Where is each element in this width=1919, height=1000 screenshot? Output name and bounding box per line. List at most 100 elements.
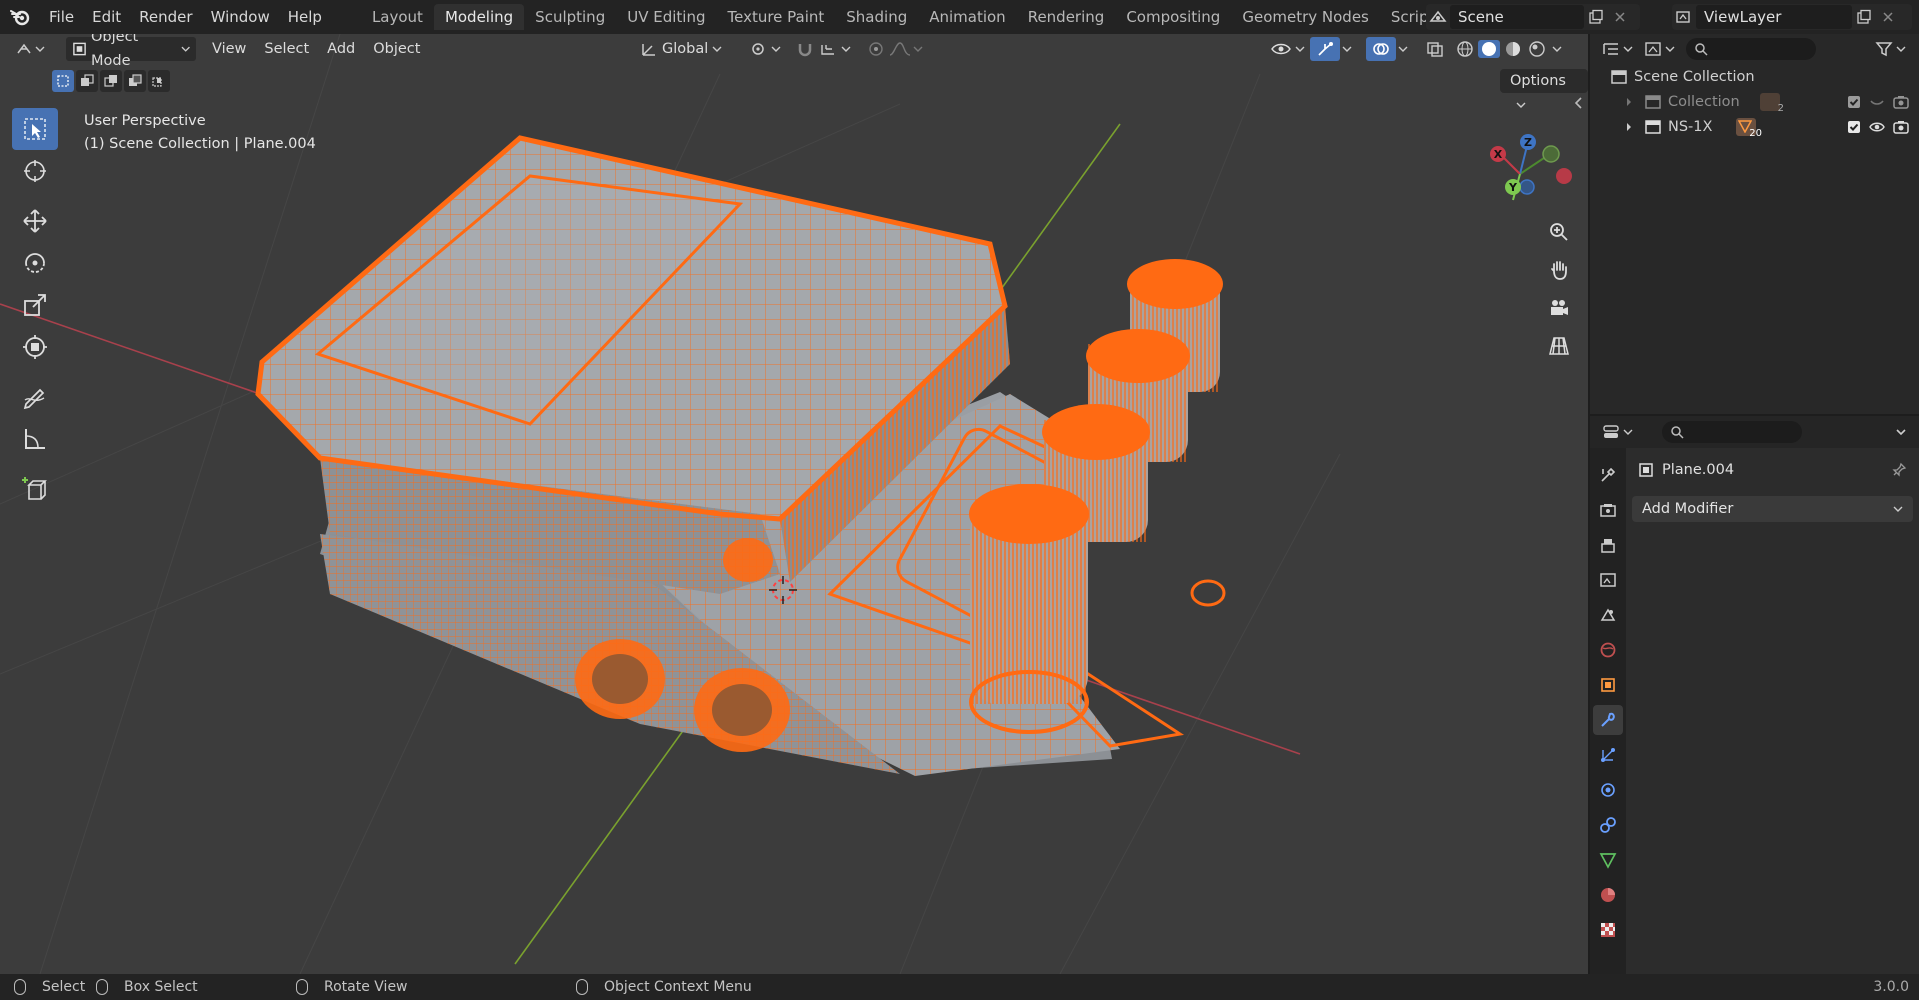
render-tab-icon[interactable] (1593, 495, 1623, 525)
tab-modeling[interactable]: Modeling (433, 4, 525, 30)
particles-tab-icon[interactable] (1593, 740, 1623, 770)
tab-uv-editing[interactable]: UV Editing (616, 4, 716, 30)
perspective-grid-icon[interactable] (1542, 329, 1576, 363)
move-tool[interactable] (12, 200, 58, 242)
eye-closed-icon[interactable] (1869, 95, 1885, 109)
pin-icon[interactable] (1891, 462, 1907, 478)
delete-view-layer-icon[interactable] (1876, 5, 1900, 29)
view-layer-icon[interactable] (1672, 5, 1696, 29)
material-tab-icon[interactable] (1593, 880, 1623, 910)
outliner-editor-type-icon[interactable] (1602, 41, 1636, 57)
scene-collection-row[interactable]: Scene Collection (1590, 64, 1919, 89)
mode-dropdown[interactable]: Object Mode (66, 34, 196, 69)
camera-view-icon[interactable] (1542, 291, 1576, 325)
tab-layout[interactable]: Layout (361, 4, 434, 30)
menu-help[interactable]: Help (279, 5, 331, 29)
cursor-tool[interactable] (12, 150, 58, 192)
texture-tab-icon[interactable] (1593, 915, 1623, 945)
camera-render-icon[interactable] (1893, 95, 1909, 109)
proportional-editing-button[interactable] (862, 37, 930, 61)
menu-object[interactable]: Object (367, 37, 426, 61)
solid-shading-icon[interactable] (1478, 40, 1500, 58)
tab-sculpting[interactable]: Sculpting (524, 4, 616, 30)
pivot-point-button[interactable] (744, 37, 790, 61)
tab-texture-paint[interactable]: Texture Paint (716, 4, 835, 30)
options-dropdown[interactable]: Options (1500, 69, 1588, 108)
output-tab-icon[interactable] (1593, 530, 1623, 560)
menu-edit[interactable]: Edit (83, 5, 130, 29)
menu-file[interactable]: File (40, 5, 83, 29)
annotate-tool[interactable] (12, 376, 58, 418)
object-tab-icon[interactable] (1593, 670, 1623, 700)
scene-tab-icon[interactable] (1593, 600, 1623, 630)
rendered-shading-icon[interactable] (1526, 40, 1548, 58)
select-subtract-icon[interactable] (100, 70, 122, 92)
zoom-icon[interactable] (1542, 215, 1576, 249)
measure-tool[interactable] (12, 418, 58, 460)
outliner-row-ns-1x[interactable]: NS-1X 20 (1590, 114, 1919, 139)
outliner-search-input[interactable] (1686, 38, 1816, 60)
exclude-checkbox[interactable] (1847, 95, 1861, 109)
transform-orientation-dropdown[interactable]: Global (634, 37, 728, 61)
select-intersect-icon[interactable] (148, 70, 170, 92)
gizmo-neg-z-handle[interactable] (1519, 179, 1535, 195)
data-tab-icon[interactable] (1593, 845, 1623, 875)
menu-add[interactable]: Add (321, 37, 361, 61)
filter-icon[interactable] (1875, 41, 1909, 57)
menu-select[interactable]: Select (258, 37, 315, 61)
modifier-tab-icon[interactable] (1593, 705, 1623, 735)
outliner-row-collection[interactable]: Collection 2 (1590, 89, 1919, 114)
gizmo-dropdown[interactable] (1336, 37, 1358, 61)
properties-search-input[interactable] (1662, 421, 1802, 443)
properties-options-chevron-icon[interactable] (1895, 427, 1907, 437)
blender-logo-icon[interactable] (0, 0, 40, 34)
gizmo-neg-x-handle[interactable] (1556, 168, 1572, 184)
editor-type-button[interactable] (10, 37, 52, 61)
material-shading-icon[interactable] (1502, 40, 1524, 58)
new-scene-icon[interactable] (1584, 5, 1608, 29)
chevron-down-icon[interactable] (1550, 40, 1564, 58)
overlays-dropdown[interactable] (1392, 37, 1414, 61)
properties-editor-type-icon[interactable] (1602, 424, 1636, 440)
select-invert-icon[interactable] (124, 70, 146, 92)
exclude-checkbox[interactable] (1847, 120, 1861, 134)
select-new-icon[interactable] (52, 70, 74, 92)
select-box-tool[interactable] (12, 108, 58, 150)
physics-tab-icon[interactable] (1593, 775, 1623, 805)
visibility-button[interactable] (1264, 37, 1312, 61)
rotate-tool[interactable] (12, 242, 58, 284)
wireframe-shading-icon[interactable] (1454, 40, 1476, 58)
scene-name-field[interactable]: Scene (1450, 5, 1584, 29)
eye-icon[interactable] (1869, 120, 1885, 134)
xray-toggle-button[interactable] (1420, 37, 1450, 61)
tab-geometry-nodes[interactable]: Geometry Nodes (1231, 4, 1380, 30)
menu-view[interactable]: View (206, 37, 252, 61)
world-tab-icon[interactable] (1593, 635, 1623, 665)
tab-shading[interactable]: Shading (835, 4, 918, 30)
snap-button[interactable] (790, 37, 862, 61)
expand-arrow-icon[interactable] (1624, 122, 1634, 132)
tool-tab-icon[interactable] (1593, 460, 1623, 490)
collapse-sidebar-icon[interactable] (1572, 96, 1586, 110)
constraints-tab-icon[interactable] (1593, 810, 1623, 840)
menu-window[interactable]: Window (202, 5, 279, 29)
transform-tool[interactable] (12, 326, 58, 368)
select-extend-icon[interactable] (76, 70, 98, 92)
camera-render-icon[interactable] (1893, 120, 1909, 134)
scale-tool[interactable] (12, 284, 58, 326)
tab-animation[interactable]: Animation (918, 4, 1016, 30)
add-modifier-dropdown[interactable]: Add Modifier (1632, 496, 1913, 522)
add-cube-tool[interactable] (12, 468, 58, 510)
view-layer-name-field[interactable]: ViewLayer (1696, 5, 1852, 29)
tab-rendering[interactable]: Rendering (1017, 4, 1116, 30)
expand-arrow-icon[interactable] (1624, 97, 1634, 107)
scene-icon[interactable] (1426, 5, 1450, 29)
pan-hand-icon[interactable] (1542, 253, 1576, 287)
gizmo-neg-y-handle[interactable] (1542, 145, 1560, 163)
new-view-layer-icon[interactable] (1852, 5, 1876, 29)
delete-scene-icon[interactable] (1608, 5, 1632, 29)
display-mode-icon[interactable] (1644, 41, 1678, 57)
3d-viewport[interactable]: Object Mode View Select Add Object Globa… (0, 34, 1588, 974)
menu-render[interactable]: Render (130, 5, 201, 29)
view-layer-tab-icon[interactable] (1593, 565, 1623, 595)
